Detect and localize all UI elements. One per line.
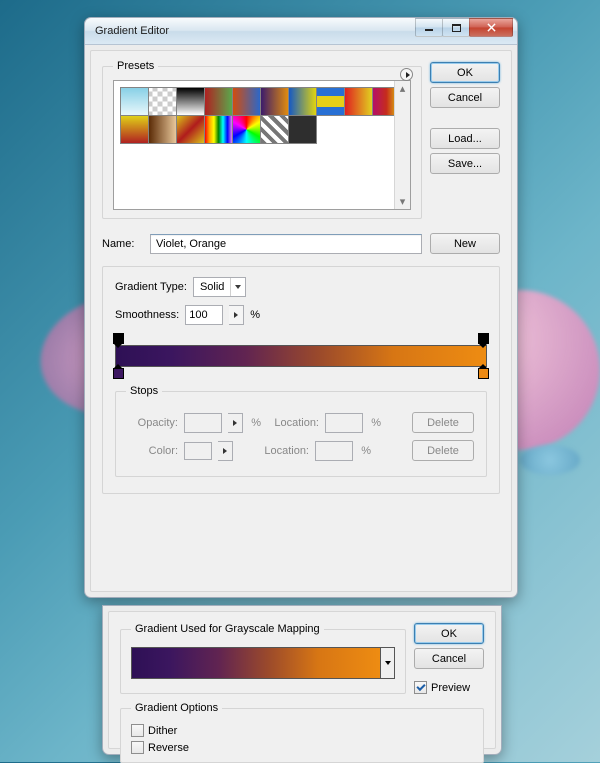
- play-icon: [223, 448, 227, 454]
- chevron-down-icon: [385, 661, 391, 665]
- gradient-map-window: Gradient Used for Grayscale Mapping OK C…: [102, 605, 502, 755]
- gradient-type-value: Solid: [194, 281, 230, 293]
- name-input[interactable]: [150, 234, 422, 254]
- gradient-bar[interactable]: [115, 345, 487, 367]
- close-icon: [487, 23, 496, 32]
- opacity-location-input: [325, 413, 363, 433]
- delete-opacity-stop-button: Delete: [412, 412, 474, 433]
- preset-swatch[interactable]: [260, 87, 289, 116]
- color-stepper: [218, 441, 233, 461]
- play-icon: [406, 72, 410, 78]
- gradient-ramp[interactable]: [115, 333, 487, 379]
- location-label: Location:: [257, 445, 309, 457]
- preset-swatch[interactable]: [148, 87, 177, 116]
- preset-swatch[interactable]: [232, 115, 261, 144]
- opacity-stop-left[interactable]: [113, 333, 124, 344]
- cancel-button[interactable]: Cancel: [430, 87, 500, 108]
- preset-swatch[interactable]: [204, 87, 233, 116]
- preset-swatch[interactable]: [344, 87, 373, 116]
- dither-label: Dither: [148, 725, 177, 737]
- gradient-used-fieldset: Gradient Used for Grayscale Mapping: [120, 623, 406, 694]
- color-stop-left[interactable]: [113, 368, 124, 379]
- opacity-stepper: [228, 413, 243, 433]
- chevron-down-icon: [230, 278, 245, 296]
- delete-color-stop-button: Delete: [412, 440, 474, 461]
- presets-menu-button[interactable]: [400, 68, 413, 81]
- maximize-button[interactable]: [442, 18, 470, 37]
- opacity-label: Opacity:: [128, 417, 178, 429]
- close-button[interactable]: [469, 18, 513, 37]
- color-stop-right[interactable]: [478, 368, 489, 379]
- preset-swatch[interactable]: [316, 87, 345, 116]
- color-location-input: [315, 441, 353, 461]
- preset-swatch[interactable]: [204, 115, 233, 144]
- reverse-label: Reverse: [148, 742, 189, 754]
- gradient-options-legend: Gradient Options: [131, 702, 222, 714]
- smoothness-label: Smoothness:: [115, 309, 179, 321]
- gradient-options-fieldset: Gradient Options Dither Reverse: [120, 702, 484, 763]
- presets-scrollbar[interactable]: ▴ ▾: [394, 81, 410, 209]
- preset-swatch[interactable]: [176, 87, 205, 116]
- minimize-button[interactable]: [415, 18, 443, 37]
- preset-swatch[interactable]: [260, 115, 289, 144]
- play-icon: [233, 420, 237, 426]
- gradient-dropdown-button[interactable]: [380, 648, 394, 678]
- preview-checkbox[interactable]: [414, 681, 427, 694]
- location-label: Location:: [267, 417, 319, 429]
- pct-label: %: [249, 417, 261, 429]
- pct-label: %: [369, 417, 381, 429]
- gradient-type-label: Gradient Type:: [115, 281, 187, 293]
- gradient-type-select[interactable]: Solid: [193, 277, 246, 297]
- opacity-input: [184, 413, 222, 433]
- new-button[interactable]: New: [430, 233, 500, 254]
- gradient-strip: [132, 648, 380, 678]
- ok-button[interactable]: OK: [430, 62, 500, 83]
- stops-legend: Stops: [126, 385, 162, 397]
- play-icon: [234, 312, 238, 318]
- preview-label: Preview: [431, 682, 470, 694]
- color-swatch-input: [184, 442, 212, 460]
- preset-swatch[interactable]: [176, 115, 205, 144]
- preset-swatch[interactable]: [120, 87, 149, 116]
- pct-label: %: [250, 309, 260, 321]
- gradient-used-legend: Gradient Used for Grayscale Mapping: [131, 623, 324, 635]
- stops-fieldset: Stops Opacity: % Location: % Delete Colo…: [115, 385, 487, 477]
- cancel-button[interactable]: Cancel: [414, 648, 484, 669]
- ok-button[interactable]: OK: [414, 623, 484, 644]
- preset-swatch[interactable]: [120, 115, 149, 144]
- smoothness-input[interactable]: [185, 305, 223, 325]
- scroll-down-icon[interactable]: ▾: [395, 194, 410, 209]
- name-label: Name:: [102, 238, 142, 250]
- presets-legend: Presets: [113, 60, 158, 72]
- color-label: Color:: [128, 445, 178, 457]
- dither-checkbox[interactable]: [131, 724, 144, 737]
- titlebar[interactable]: Gradient Editor: [85, 18, 517, 45]
- preset-swatch[interactable]: [232, 87, 261, 116]
- preset-swatch[interactable]: [288, 115, 317, 144]
- gradient-editor-window: Gradient Editor Presets: [84, 17, 518, 598]
- smoothness-stepper[interactable]: [229, 305, 244, 325]
- window-title: Gradient Editor: [95, 25, 416, 37]
- gradient-type-fieldset: Gradient Type: Solid Smoothness: %: [102, 266, 500, 494]
- pct-label: %: [359, 445, 371, 457]
- save-button[interactable]: Save...: [430, 153, 500, 174]
- preset-swatch[interactable]: [148, 115, 177, 144]
- scroll-up-icon[interactable]: ▴: [395, 81, 410, 96]
- preset-swatch[interactable]: [288, 87, 317, 116]
- presets-box: ▴ ▾: [113, 80, 411, 210]
- presets-fieldset: Presets: [102, 60, 422, 219]
- gradient-preview-bar[interactable]: [131, 647, 395, 679]
- opacity-stop-right[interactable]: [478, 333, 489, 344]
- load-button[interactable]: Load...: [430, 128, 500, 149]
- reverse-checkbox[interactable]: [131, 741, 144, 754]
